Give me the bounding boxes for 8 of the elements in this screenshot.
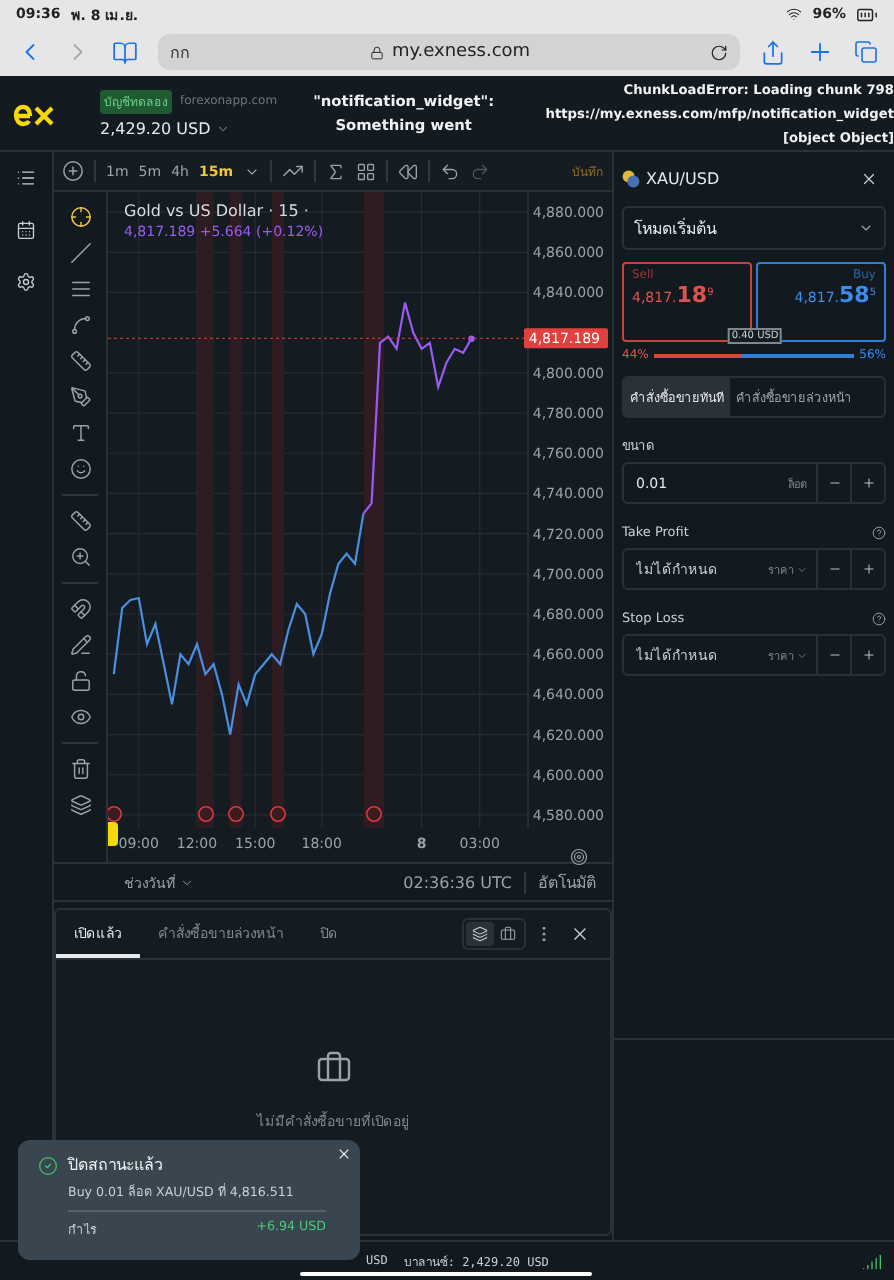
balance-dropdown[interactable]: 2,429.20 USD (100, 119, 278, 137)
symbol-title: XAU/USD (646, 169, 720, 187)
auto-scale-toggle[interactable]: อัตโนมัติ (538, 869, 596, 895)
mode-dropdown[interactable]: โหมดเริ่มต้น (622, 206, 886, 250)
utc-clock: 02:36:36 UTC (403, 873, 512, 891)
chart-title: Gold vs US Dollar · 15 · (124, 202, 311, 220)
toast-title: ปิดสถานะแล้ว (68, 1154, 162, 1178)
address-bar[interactable]: กก my.exness.com (158, 34, 740, 70)
